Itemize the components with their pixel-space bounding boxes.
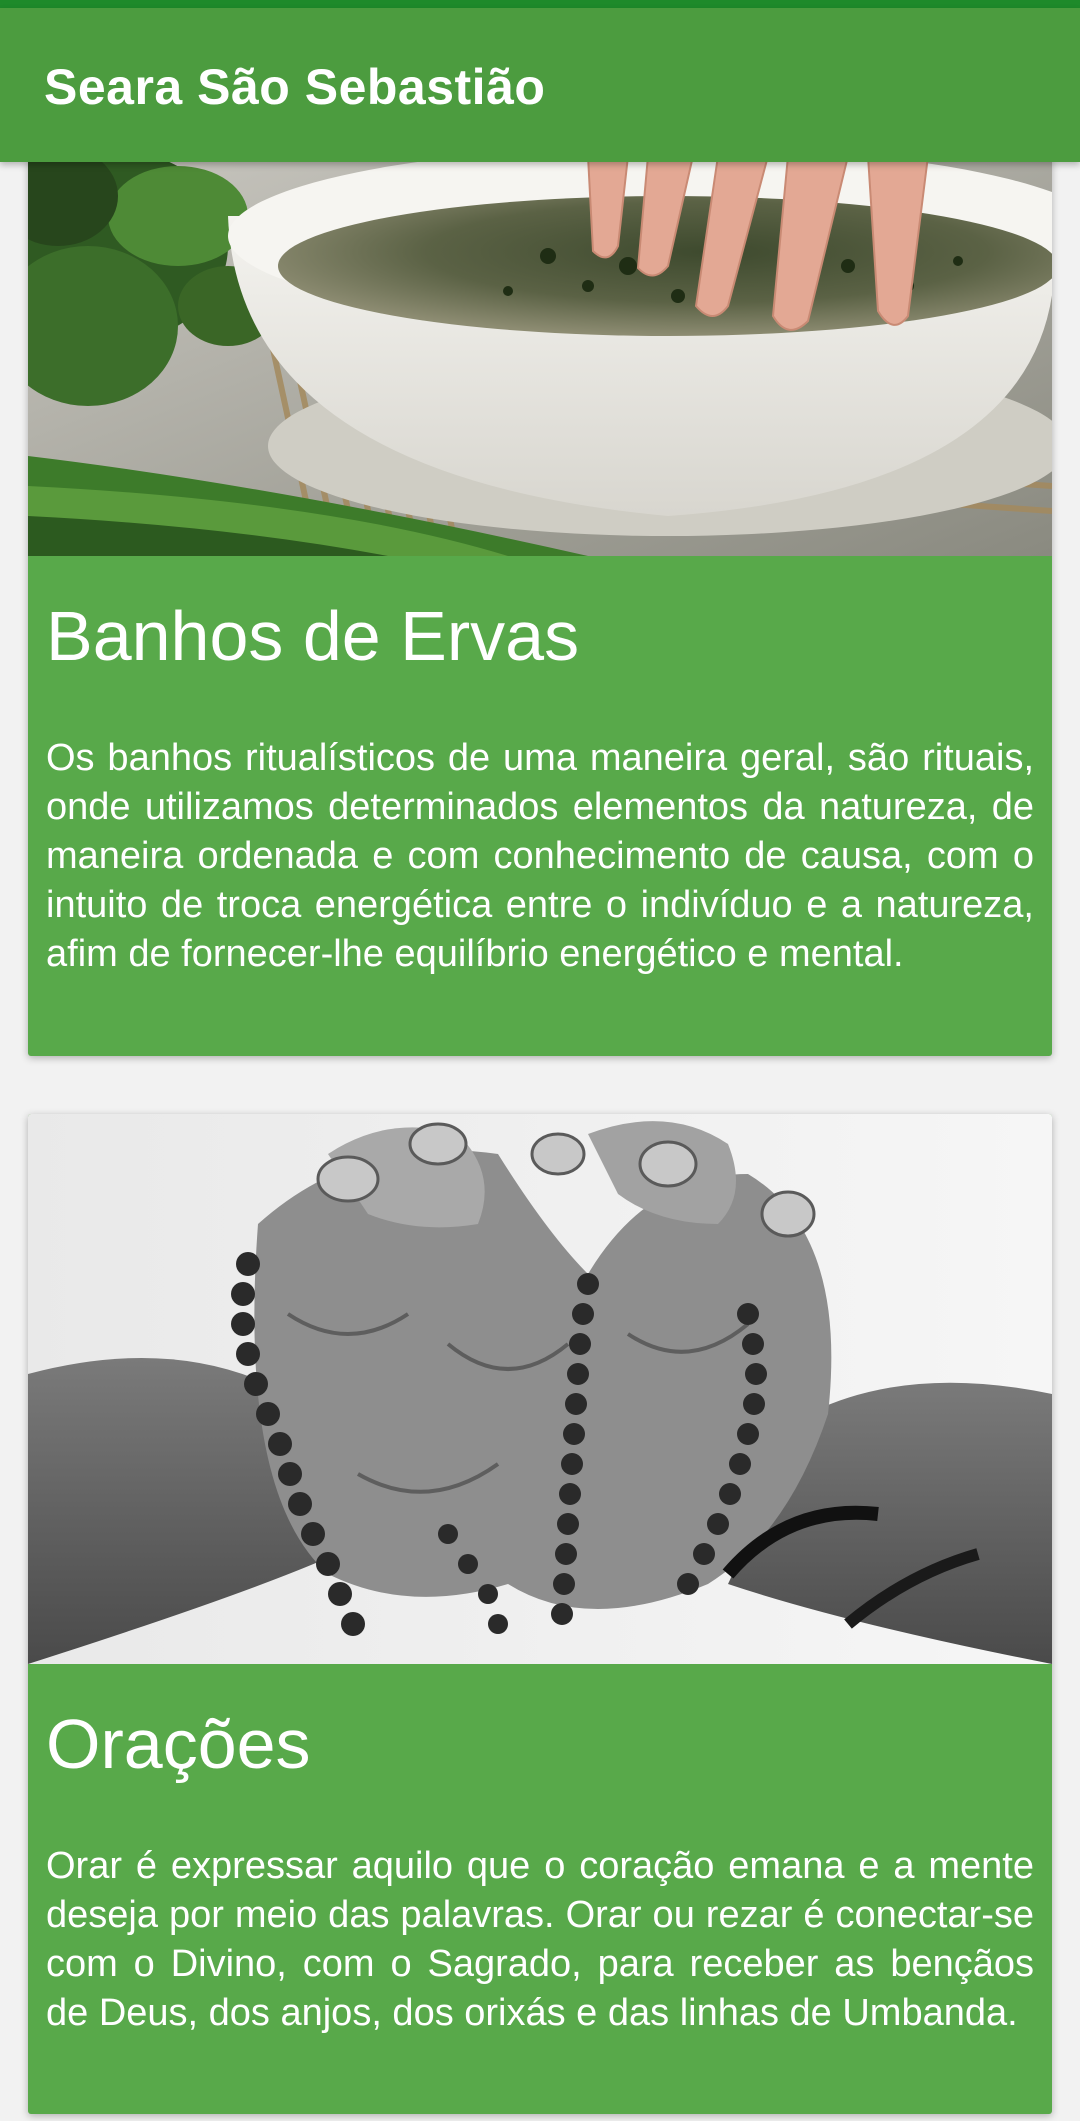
- praying-hands-image: [28, 1114, 1052, 1664]
- herbal-bath-image: [28, 162, 1052, 556]
- app-bar: Seara São Sebastião: [0, 8, 1080, 162]
- status-bar: [0, 0, 1080, 8]
- app-title: Seara São Sebastião: [44, 59, 546, 115]
- card-list[interactable]: Banhos de Ervas Os banhos ritualísticos …: [0, 162, 1080, 2121]
- card-title: Banhos de Ervas: [46, 597, 580, 675]
- card-herbal-baths[interactable]: Banhos de Ervas Os banhos ritualísticos …: [28, 162, 1052, 1056]
- card-prayers[interactable]: Orações Orar é expressar aquilo que o co…: [28, 1114, 1052, 2114]
- card-description: Orar é expressar aquilo que o coração em…: [46, 1845, 1034, 2034]
- card-description: Os banhos ritualísticos de uma maneira g…: [46, 737, 1034, 975]
- card-title: Orações: [46, 1705, 311, 1783]
